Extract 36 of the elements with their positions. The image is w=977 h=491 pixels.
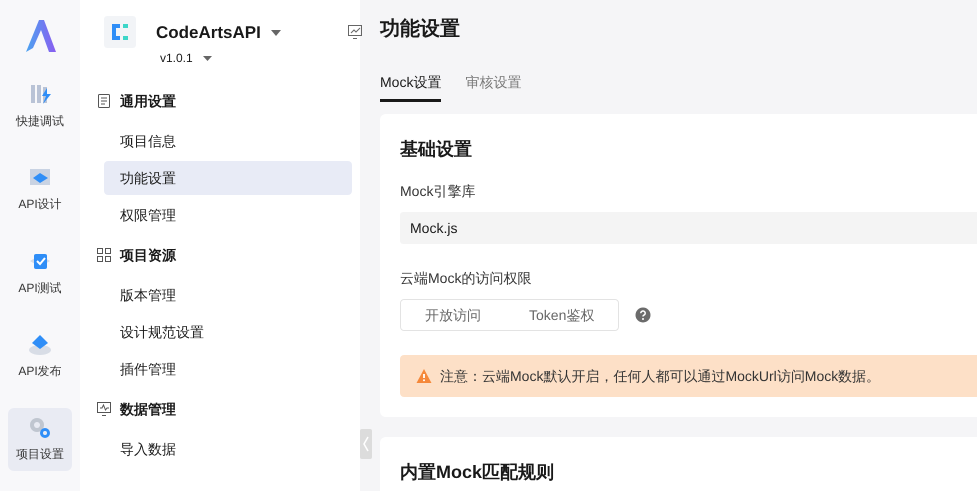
caret-icon xyxy=(270,30,281,36)
project-logo xyxy=(104,16,136,48)
field-label: Mock引擎库 xyxy=(400,182,476,201)
nav-item[interactable]: API发布 xyxy=(8,324,72,388)
page-title: 功能设置 xyxy=(380,17,461,42)
collapse-handle[interactable] xyxy=(360,429,372,459)
tab[interactable]: 审核设置 xyxy=(465,72,522,102)
sidebar-item[interactable]: 插件管理 xyxy=(104,352,352,386)
monitor-icon xyxy=(96,401,112,417)
nav-item[interactable]: 快捷调试 xyxy=(8,74,72,138)
field-label: 云端Mock的访问权限 xyxy=(400,269,532,288)
sidebar-item[interactable]: 项目信息 xyxy=(104,124,352,158)
caret-icon xyxy=(202,56,212,60)
section-heading: 基础设置 xyxy=(400,138,473,161)
sidebar-item[interactable]: 权限管理 xyxy=(104,198,352,232)
sidebar-item[interactable]: 功能设置 xyxy=(104,161,352,195)
project-dropdown[interactable]: CodeArtsAPI xyxy=(156,20,281,46)
group-heading: 项目资源 xyxy=(120,246,176,264)
nav-item[interactable]: API测试 xyxy=(8,240,72,304)
version-dropdown[interactable]: v1.0.1 xyxy=(160,49,212,67)
sidebar-item[interactable]: 设计规范设置 xyxy=(104,315,352,349)
engine-select[interactable]: Mock.js xyxy=(400,212,977,244)
group-heading: 通用设置 xyxy=(120,92,176,110)
document-icon xyxy=(96,93,112,109)
tab[interactable]: Mock设置 xyxy=(380,72,442,102)
nav-item[interactable]: 项目设置 xyxy=(8,408,72,472)
help-icon[interactable] xyxy=(635,307,652,323)
group-heading: 数据管理 xyxy=(120,400,176,418)
nav-item[interactable]: API设计 xyxy=(8,157,72,221)
grid-icon xyxy=(96,247,112,263)
sidebar-item[interactable]: 导入数据 xyxy=(104,432,352,466)
sidebar-item[interactable]: 版本管理 xyxy=(104,278,352,312)
warning-text: 注意：云端Mock默认开启，任何人都可以通过MockUrl访问Mock数据。 xyxy=(440,366,880,386)
chart-monitor-icon[interactable] xyxy=(346,24,363,40)
warning-icon xyxy=(416,368,432,384)
section-heading: 内置Mock匹配规则 xyxy=(400,461,556,484)
